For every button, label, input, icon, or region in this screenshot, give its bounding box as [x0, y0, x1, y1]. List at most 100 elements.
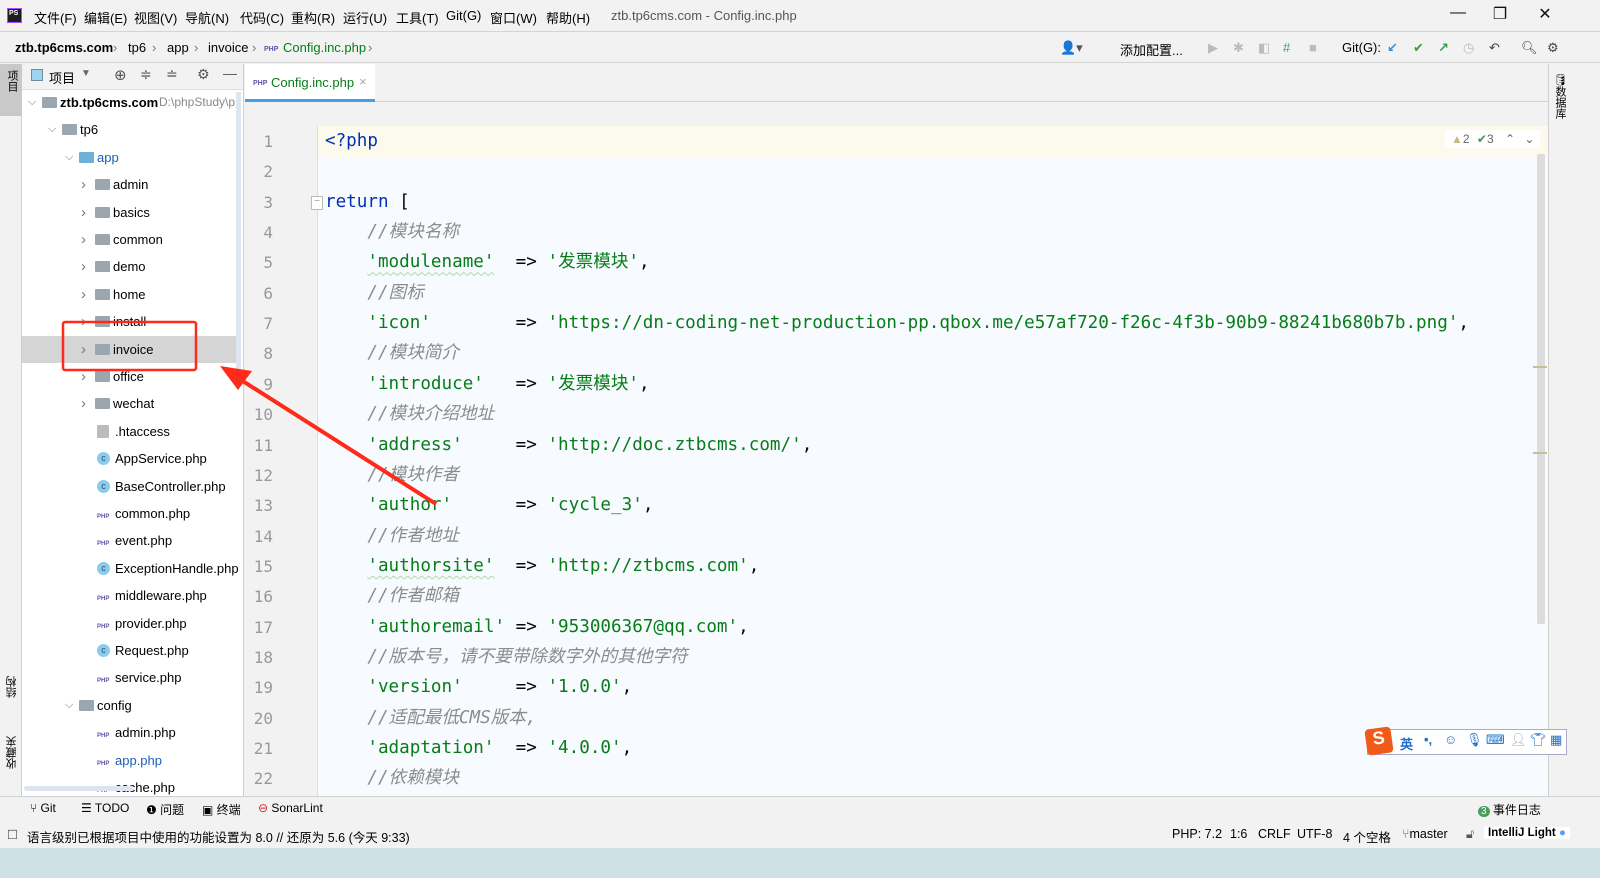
- terminal-tool-button[interactable]: ▣ 终端: [202, 801, 241, 818]
- code-line[interactable]: //模块介绍地址: [325, 399, 494, 429]
- chevron-down-icon[interactable]: ⌵: [65, 692, 73, 719]
- tree-item-provider-php[interactable]: PHP provider.php: [22, 610, 236, 637]
- expand-all-icon[interactable]: ≑: [140, 66, 152, 83]
- user-icon[interactable]: 👤︎: [1510, 732, 1527, 748]
- menu-6[interactable]: 运行(U): [343, 8, 387, 27]
- menu-3[interactable]: 导航(N): [185, 8, 229, 27]
- code-line[interactable]: //作者邮箱: [325, 581, 459, 611]
- code-line[interactable]: //依赖模块: [325, 763, 459, 793]
- menu-1[interactable]: 编辑(E): [84, 8, 127, 27]
- profiler-icon[interactable]: #: [1283, 40, 1290, 55]
- search-icon[interactable]: 🔍︎: [1521, 40, 1538, 56]
- chevron-right-icon[interactable]: ›: [81, 308, 86, 335]
- code-line[interactable]: //适配最低CMS版本,: [325, 703, 536, 733]
- menu-9[interactable]: 窗口(W): [490, 8, 537, 27]
- tree-item-basecontroller-php[interactable]: c BaseController.php: [22, 473, 236, 500]
- indent-setting[interactable]: 4 个空格: [1343, 827, 1391, 846]
- chevron-right-icon[interactable]: ›: [81, 171, 86, 198]
- tree-item-home[interactable]: › home: [22, 281, 236, 308]
- tree-item-config[interactable]: ⌵ config: [22, 692, 236, 719]
- sonarlint-tool-button[interactable]: ⊖ SonarLint: [258, 801, 323, 815]
- theme-indicator[interactable]: IntelliJ Light ●: [1484, 827, 1570, 839]
- code-line[interactable]: //模块简介: [325, 338, 459, 368]
- tree-item-cache-php[interactable]: PHP cache.php: [22, 774, 236, 796]
- tree-item-common-php[interactable]: PHP common.php: [22, 500, 236, 527]
- code-line[interactable]: 'address' => 'http://doc.ztbcms.com/',: [325, 430, 812, 460]
- tree-item-event-php[interactable]: PHP event.php: [22, 527, 236, 554]
- minimize-button[interactable]: —: [1438, 4, 1478, 26]
- emoji-icon[interactable]: ☺: [1444, 732, 1457, 747]
- breadcrumb-tp6[interactable]: tp6: [128, 40, 146, 55]
- hide-icon[interactable]: —: [223, 65, 237, 81]
- todo-tool-button[interactable]: ☰ TODO: [81, 801, 129, 815]
- rollback-icon[interactable]: ↶: [1489, 40, 1500, 56]
- breadcrumb-file[interactable]: Config.inc.php: [283, 40, 366, 55]
- chevron-right-icon[interactable]: ›: [81, 226, 86, 253]
- code-line[interactable]: 'modulename' => '发票模块',: [325, 247, 649, 277]
- git-tool-button[interactable]: ⑂ Git: [30, 801, 56, 815]
- project-tool-tab[interactable]: 项目: [0, 64, 22, 116]
- code-line[interactable]: //模块作者: [325, 460, 459, 490]
- code-line[interactable]: 'authoremail' => '953006367@qq.com',: [325, 612, 748, 642]
- favorites-tool-tab[interactable]: 收藏夹: [4, 736, 20, 769]
- error-stripe-mark[interactable]: [1533, 452, 1547, 454]
- chevron-down-icon[interactable]: ⌵: [48, 116, 56, 143]
- tree-item-request-php[interactable]: c Request.php: [22, 637, 236, 664]
- skin-icon[interactable]: 👕︎: [1530, 732, 1547, 748]
- chevron-right-icon[interactable]: ›: [81, 199, 86, 226]
- tree-item-wechat[interactable]: › wechat: [22, 390, 236, 417]
- ime-mode[interactable]: 英: [1400, 734, 1413, 753]
- chevron-right-icon[interactable]: ›: [81, 281, 86, 308]
- user-icon[interactable]: 👤▾: [1060, 40, 1083, 56]
- restore-button[interactable]: ❐: [1480, 4, 1520, 26]
- chevron-down-icon[interactable]: ⌵: [65, 144, 73, 171]
- line-separator[interactable]: CRLF: [1258, 827, 1291, 841]
- debug-icon[interactable]: ✱: [1233, 40, 1244, 56]
- git-push-icon[interactable]: ↗: [1438, 40, 1449, 56]
- punctuation-icon[interactable]: •,: [1424, 732, 1432, 747]
- code-line[interactable]: 'author' => 'cycle_3',: [325, 490, 653, 520]
- code-line[interactable]: //模块名称: [325, 217, 459, 247]
- microphone-icon[interactable]: 🎙︎: [1466, 732, 1483, 748]
- tree-horizontal-scrollbar[interactable]: [24, 786, 134, 791]
- tree-item-admin[interactable]: › admin: [22, 171, 236, 198]
- breadcrumb-project[interactable]: ztb.tp6cms.com: [15, 40, 113, 55]
- tree-item-demo[interactable]: › demo: [22, 253, 236, 280]
- settings-icon[interactable]: ⚙: [1547, 40, 1559, 56]
- code-line[interactable]: return [: [325, 187, 410, 217]
- tree-item-office[interactable]: › office: [22, 363, 236, 390]
- code-line[interactable]: //图标: [325, 278, 423, 308]
- collapse-all-icon[interactable]: ≐: [166, 66, 178, 83]
- code-editor[interactable]: 1 2 3 4 5 6 7 8 9 10 11 12 13 14 15 16 17 18 19 20 21 22 <?ph…: [245, 126, 1548, 796]
- chevron-right-icon[interactable]: ›: [81, 253, 86, 280]
- code-line[interactable]: 'adaptation' => '4.0.0',: [325, 733, 632, 763]
- status-message[interactable]: 语言级别已根据项目中使用的功能设置为 8.0 // 还原为 5.6 (今天 9:…: [27, 827, 410, 846]
- tab-config-inc-php[interactable]: PHP Config.inc.php ×: [245, 64, 375, 102]
- git-update-icon[interactable]: ↙: [1387, 40, 1398, 56]
- editor-scrollbar[interactable]: [1537, 154, 1545, 624]
- tree-item-basics[interactable]: › basics: [22, 199, 236, 226]
- fold-icon[interactable]: −: [311, 196, 323, 210]
- git-branch[interactable]: ⑂master: [1402, 827, 1448, 841]
- tree-item-app-php[interactable]: PHP app.php: [22, 747, 236, 774]
- previous-highlight-icon[interactable]: ⌃: [1505, 132, 1515, 146]
- error-stripe-mark[interactable]: [1533, 366, 1547, 368]
- close-tab-icon[interactable]: ×: [359, 74, 367, 89]
- code-line[interactable]: 'introduce' => '发票模块',: [325, 369, 649, 399]
- tree-scrollbar[interactable]: [236, 92, 241, 372]
- lock-icon[interactable]: 🔓︎: [1466, 827, 1474, 842]
- coverage-icon[interactable]: ◧: [1258, 40, 1270, 56]
- menu-0[interactable]: 文件(F): [34, 8, 77, 27]
- event-log-button[interactable]: 3 事件日志: [1478, 801, 1541, 818]
- menu-10[interactable]: 帮助(H): [546, 8, 590, 27]
- menu-2[interactable]: 视图(V): [134, 8, 177, 27]
- php-version[interactable]: PHP: 7.2: [1172, 827, 1222, 841]
- file-encoding[interactable]: UTF-8: [1297, 827, 1332, 841]
- keyboard-icon[interactable]: ⌨: [1486, 732, 1505, 748]
- problems-tool-button[interactable]: ❶ 问题: [146, 801, 184, 818]
- code-line[interactable]: //版本号，请不要带除数字外的其他字符: [325, 642, 687, 672]
- chevron-right-icon[interactable]: ›: [81, 390, 86, 417]
- tree-item-common[interactable]: › common: [22, 226, 236, 253]
- tree-item-invoice[interactable]: › invoice: [22, 335, 236, 363]
- gear-icon[interactable]: ⚙: [197, 66, 210, 83]
